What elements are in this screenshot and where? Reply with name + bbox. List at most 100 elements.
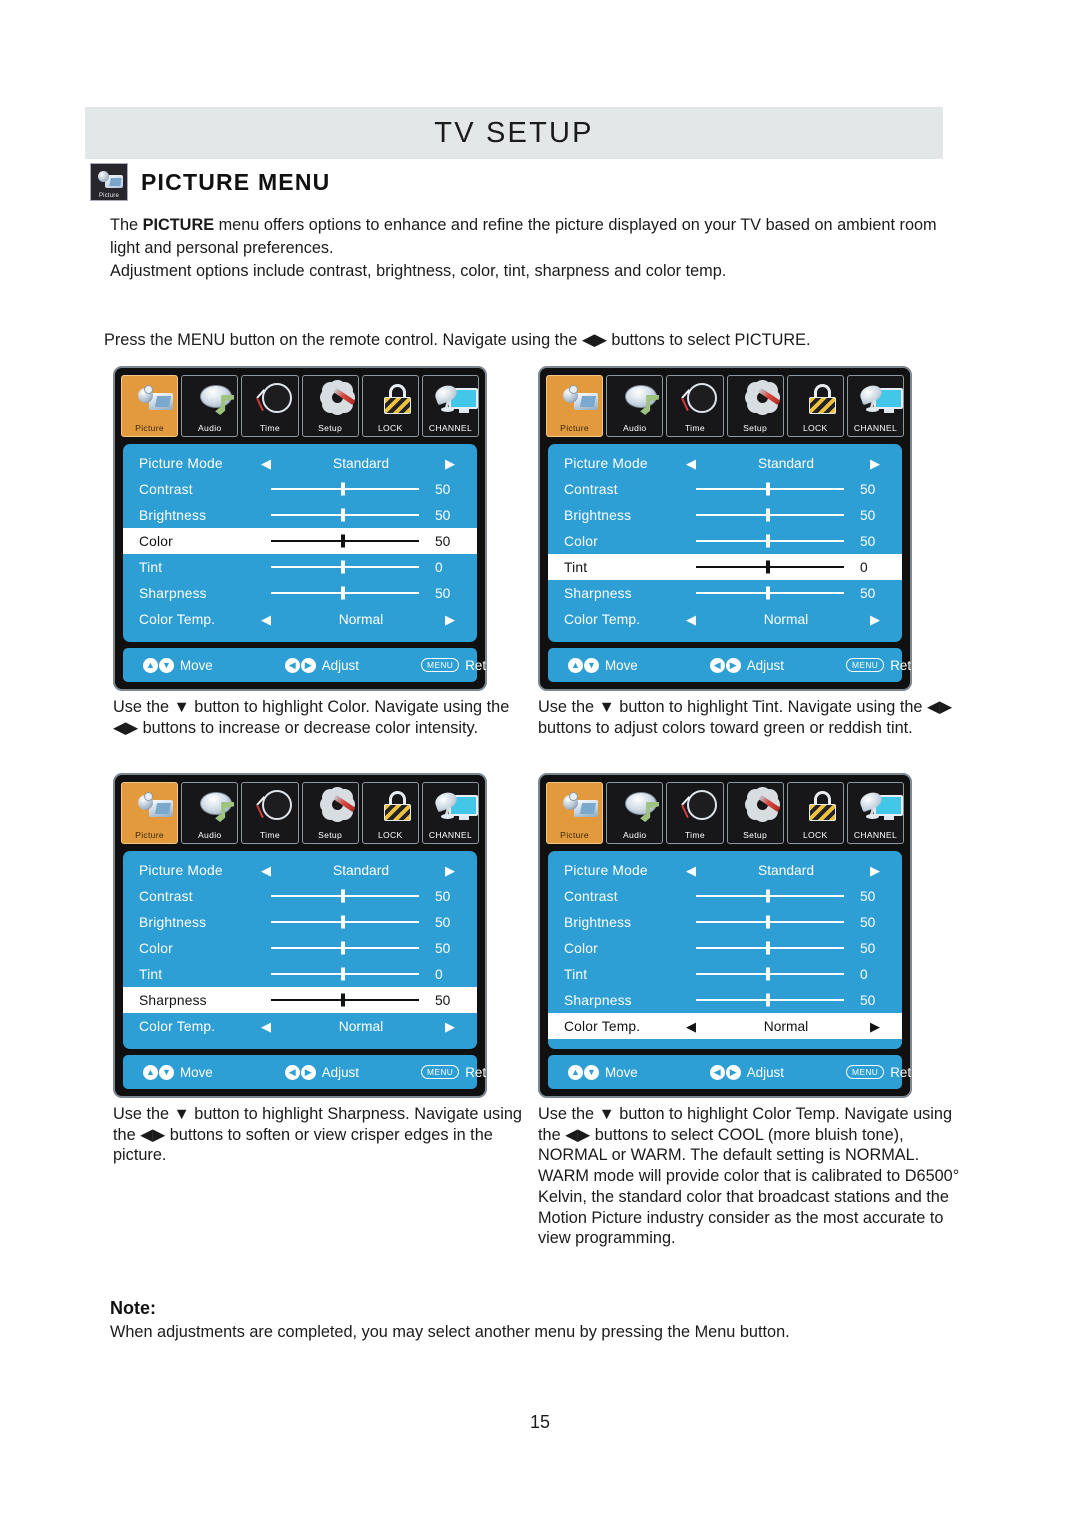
slider-thumb[interactable]	[341, 889, 346, 903]
osd-tab-channel[interactable]: CHANNEL	[421, 375, 480, 437]
down-arrow-icon[interactable]: ▼	[584, 1064, 599, 1080]
osd-row-tint[interactable]: Tint 0	[548, 554, 902, 580]
osd-tab-audio[interactable]: Audio	[181, 782, 239, 844]
slider-thumb[interactable]	[766, 508, 771, 522]
slider-thumb[interactable]	[341, 993, 346, 1007]
slider-thumb[interactable]	[766, 967, 771, 981]
osd-row-sharpness[interactable]: Sharpness 50	[123, 987, 477, 1013]
osd-tab-time[interactable]: Time	[241, 375, 299, 437]
slider-thumb[interactable]	[341, 967, 346, 981]
slider-thumb[interactable]	[341, 508, 346, 522]
osd-tab-picture[interactable]: Picture	[121, 782, 179, 844]
osd-row-color-temp[interactable]: Color Temp. ◀ Normal ▶	[548, 606, 902, 632]
osd-tab-picture[interactable]: Picture	[121, 375, 179, 437]
osd-slider[interactable]	[257, 961, 425, 987]
slider-thumb[interactable]	[341, 941, 346, 955]
up-arrow-icon[interactable]: ▲	[143, 657, 158, 673]
osd-slider[interactable]	[257, 883, 425, 909]
osd-row-tint[interactable]: Tint 0	[123, 961, 477, 987]
osd-slider[interactable]	[257, 528, 425, 554]
left-arrow-icon[interactable]: ◀	[284, 657, 300, 673]
slider-thumb[interactable]	[341, 534, 346, 548]
osd-row-contrast[interactable]: Contrast 50	[548, 883, 902, 909]
right-arrow-icon[interactable]: ▶	[870, 613, 880, 626]
osd-slider[interactable]	[257, 987, 425, 1013]
osd-row-sharpness[interactable]: Sharpness 50	[548, 987, 902, 1013]
osd-tab-time[interactable]: Time	[241, 782, 299, 844]
osd-slider[interactable]	[682, 554, 850, 580]
left-arrow-icon[interactable]: ◀	[686, 613, 696, 626]
right-arrow-icon[interactable]: ▶	[445, 613, 455, 626]
menu-key-icon[interactable]: MENU	[420, 1065, 460, 1079]
osd-slider[interactable]	[682, 935, 850, 961]
right-arrow-icon[interactable]: ▶	[445, 457, 455, 470]
osd-tab-setup[interactable]: Setup	[301, 782, 359, 844]
osd-row-color[interactable]: Color 50	[548, 528, 902, 554]
osd-row-brightness[interactable]: Brightness 50	[123, 909, 477, 935]
osd-row-color[interactable]: Color 50	[123, 528, 477, 554]
down-arrow-icon[interactable]: ▼	[159, 1064, 174, 1080]
osd-row-brightness[interactable]: Brightness 50	[123, 502, 477, 528]
osd-slider[interactable]	[257, 909, 425, 935]
osd-tab-channel[interactable]: CHANNEL	[846, 782, 905, 844]
osd-row-sharpness[interactable]: Sharpness 50	[548, 580, 902, 606]
left-arrow-icon[interactable]: ◀	[709, 657, 725, 673]
osd-tab-setup[interactable]: Setup	[726, 782, 784, 844]
left-arrow-icon[interactable]: ◀	[261, 864, 271, 877]
osd-slider[interactable]	[682, 528, 850, 554]
right-arrow-icon[interactable]: ▶	[870, 1020, 880, 1033]
osd-row-tint[interactable]: Tint 0	[123, 554, 477, 580]
osd-row-picture-mode[interactable]: Picture Mode ◀ Standard ▶	[123, 857, 477, 883]
slider-thumb[interactable]	[766, 560, 771, 574]
osd-slider[interactable]	[682, 476, 850, 502]
right-arrow-icon[interactable]: ▶	[445, 1020, 455, 1033]
osd-tab-lock[interactable]: LOCK	[786, 782, 844, 844]
osd-tab-time[interactable]: Time	[666, 782, 724, 844]
osd-row-picture-mode[interactable]: Picture Mode ◀ Standard ▶	[548, 450, 902, 476]
osd-row-color-temp[interactable]: Color Temp. ◀ Normal ▶	[548, 1013, 902, 1039]
right-arrow-icon[interactable]: ▶	[870, 457, 880, 470]
osd-tab-channel[interactable]: CHANNEL	[846, 375, 905, 437]
osd-row-contrast[interactable]: Contrast 50	[123, 476, 477, 502]
left-arrow-icon[interactable]: ◀	[709, 1064, 725, 1080]
slider-thumb[interactable]	[766, 482, 771, 496]
menu-key-icon[interactable]: MENU	[845, 1065, 885, 1079]
up-arrow-icon[interactable]: ▲	[143, 1064, 158, 1080]
osd-row-color[interactable]: Color 50	[123, 935, 477, 961]
slider-thumb[interactable]	[766, 534, 771, 548]
osd-row-brightness[interactable]: Brightness 50	[548, 502, 902, 528]
osd-tab-lock[interactable]: LOCK	[361, 782, 419, 844]
slider-thumb[interactable]	[766, 586, 771, 600]
osd-tab-audio[interactable]: Audio	[606, 375, 664, 437]
osd-tab-audio[interactable]: Audio	[606, 782, 664, 844]
osd-slider[interactable]	[682, 580, 850, 606]
osd-row-color-temp[interactable]: Color Temp. ◀ Normal ▶	[123, 1013, 477, 1039]
slider-thumb[interactable]	[341, 586, 346, 600]
osd-tab-lock[interactable]: LOCK	[786, 375, 844, 437]
menu-key-icon[interactable]: MENU	[845, 658, 885, 672]
osd-tab-time[interactable]: Time	[666, 375, 724, 437]
right-arrow-icon[interactable]: ▶	[725, 1064, 741, 1080]
left-arrow-icon[interactable]: ◀	[686, 864, 696, 877]
osd-slider[interactable]	[682, 883, 850, 909]
osd-tab-setup[interactable]: Setup	[301, 375, 359, 437]
osd-slider[interactable]	[257, 935, 425, 961]
osd-slider[interactable]	[682, 909, 850, 935]
osd-row-contrast[interactable]: Contrast 50	[548, 476, 902, 502]
osd-row-contrast[interactable]: Contrast 50	[123, 883, 477, 909]
right-arrow-icon[interactable]: ▶	[300, 1064, 316, 1080]
osd-tab-setup[interactable]: Setup	[726, 375, 784, 437]
slider-thumb[interactable]	[341, 915, 346, 929]
up-arrow-icon[interactable]: ▲	[568, 657, 583, 673]
left-arrow-icon[interactable]: ◀	[686, 457, 696, 470]
osd-slider[interactable]	[257, 476, 425, 502]
osd-row-sharpness[interactable]: Sharpness 50	[123, 580, 477, 606]
osd-slider[interactable]	[682, 502, 850, 528]
slider-thumb[interactable]	[766, 941, 771, 955]
osd-tab-picture[interactable]: Picture	[546, 375, 604, 437]
slider-thumb[interactable]	[766, 993, 771, 1007]
left-arrow-icon[interactable]: ◀	[261, 1020, 271, 1033]
slider-thumb[interactable]	[341, 560, 346, 574]
right-arrow-icon[interactable]: ▶	[445, 864, 455, 877]
osd-tab-audio[interactable]: Audio	[181, 375, 239, 437]
